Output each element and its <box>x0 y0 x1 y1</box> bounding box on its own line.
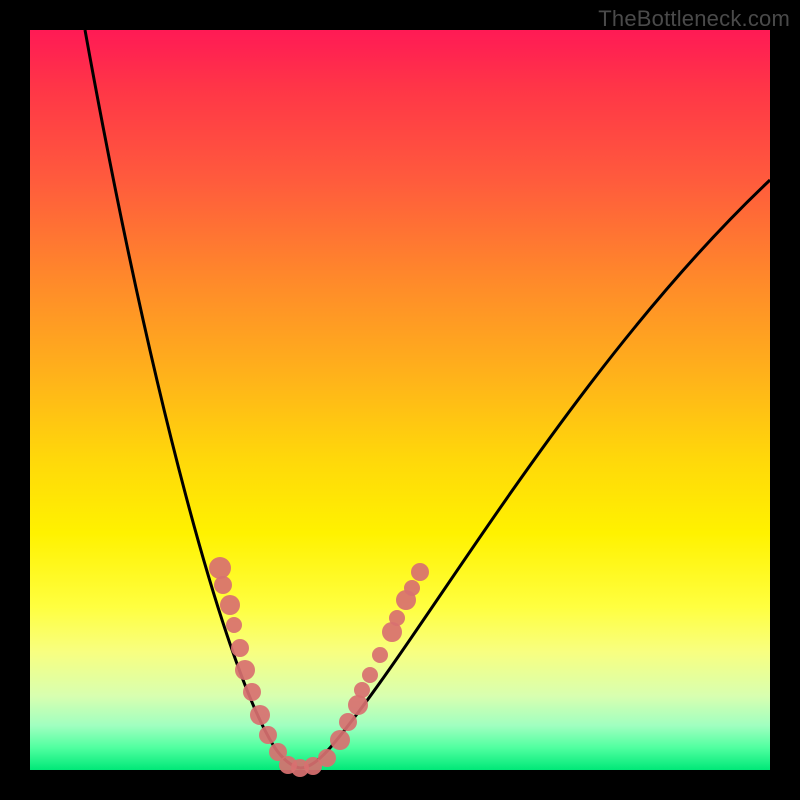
right-marker <box>339 713 357 731</box>
left-marker <box>214 576 232 594</box>
right-marker <box>389 610 405 626</box>
left-marker <box>220 595 240 615</box>
right-marker <box>348 695 368 715</box>
left-curve <box>85 30 300 768</box>
right-marker <box>372 647 388 663</box>
marker-group <box>209 557 429 777</box>
bottom-marker <box>318 749 336 767</box>
right-marker <box>404 580 420 596</box>
right-marker <box>362 667 378 683</box>
plot-area <box>30 30 770 770</box>
left-marker <box>231 639 249 657</box>
chart-svg <box>30 30 770 770</box>
curve-group <box>85 30 770 768</box>
left-marker <box>250 705 270 725</box>
right-marker <box>411 563 429 581</box>
watermark-text: TheBottleneck.com <box>598 6 790 32</box>
left-marker <box>235 660 255 680</box>
right-marker <box>354 682 370 698</box>
left-marker <box>259 726 277 744</box>
chart-frame: TheBottleneck.com <box>0 0 800 800</box>
right-marker <box>330 730 350 750</box>
left-marker <box>209 557 231 579</box>
left-marker <box>243 683 261 701</box>
left-marker <box>226 617 242 633</box>
